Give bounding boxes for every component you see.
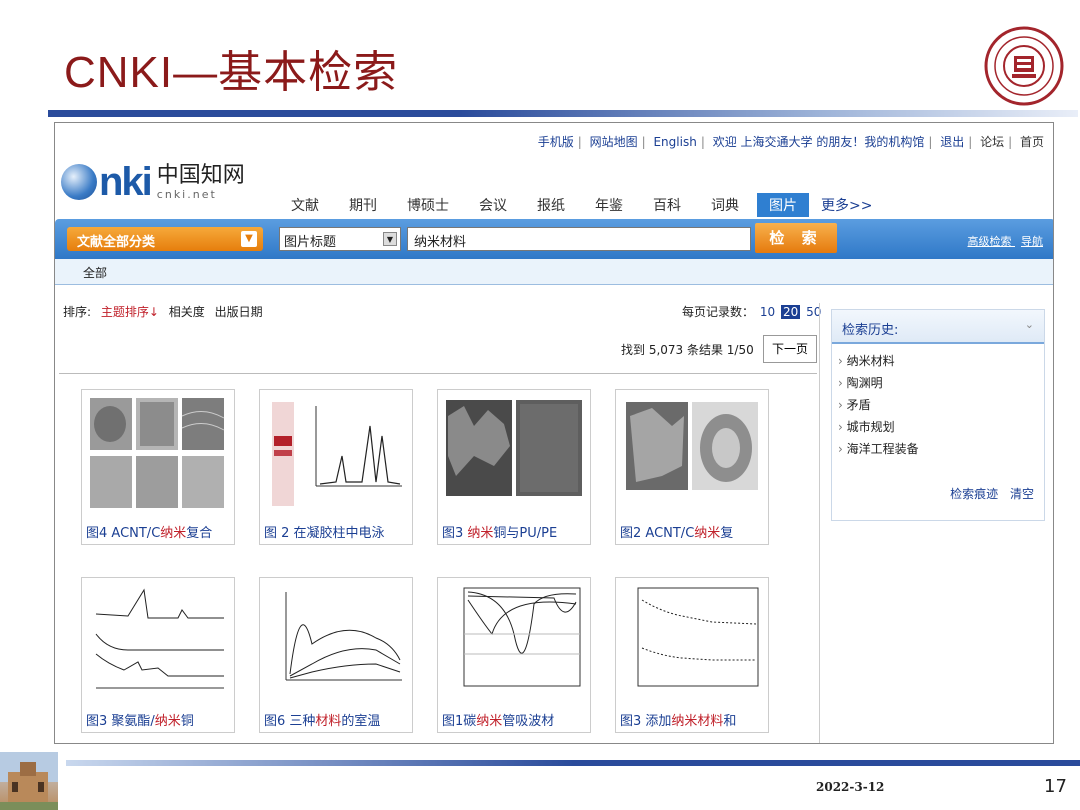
advanced-search-link[interactable]: 高级检索 [968, 235, 1012, 248]
tab-cidian[interactable]: 词典 [699, 193, 751, 217]
tab-more[interactable]: 更多>> [815, 193, 878, 217]
link-mobile[interactable]: 手机版 [538, 135, 574, 149]
cnki-logo[interactable]: nki 中国知网 cnki.net [61, 157, 245, 207]
history-item[interactable]: 城市规划 [838, 418, 1044, 440]
result-card[interactable]: 图3 添加纳米材料和 [615, 577, 769, 733]
result-card[interactable]: 图4 ACNT/C纳米复合 [81, 389, 235, 545]
result-card[interactable]: 图6 三种材料的室温 [259, 577, 413, 733]
link-sitemap[interactable]: 网站地图 [590, 135, 638, 149]
result-thumbnail[interactable] [444, 396, 584, 512]
link-logout[interactable]: 退出 [940, 135, 964, 149]
advanced-links: 高级检索 导航 [962, 233, 1044, 249]
slide: CNKI—基本检索 手机版 | 网站地图 | English | 欢迎 上海交通大学 … [0, 0, 1080, 810]
search-history-panel: 检索历史: ⌄ 纳米材料 陶渊明 矛盾 城市规划 海洋工程装备 检索痕迹 清空 [831, 309, 1045, 521]
welcome-text[interactable]: 欢迎 上海交通大学 的朋友！我的机构馆 [713, 135, 925, 149]
result-count: 找到 5,073 条结果 1/50 [621, 343, 754, 357]
link-home[interactable]: 首页 [1020, 135, 1044, 149]
history-item[interactable]: 纳米材料 [838, 352, 1044, 374]
result-caption[interactable]: 图2 ACNT/C纳米复 [620, 522, 770, 541]
result-thumbnail[interactable] [266, 584, 406, 700]
chevron-down-icon: ▼ [241, 231, 257, 247]
nav-tabs: 文献 期刊 博硕士 会议 报纸 年鉴 百科 词典 图片 更多>> [279, 193, 878, 217]
result-thumbnail[interactable] [622, 584, 762, 700]
tab-huiyi[interactable]: 会议 [467, 193, 519, 217]
result-thumbnail[interactable] [266, 396, 406, 512]
result-thumbnail[interactable] [622, 396, 762, 512]
results-divider [59, 373, 817, 374]
result-caption[interactable]: 图1碳纳米管吸波材 [442, 710, 592, 729]
link-english[interactable]: English [653, 135, 696, 149]
tab-wenxian[interactable]: 文献 [279, 193, 331, 217]
top-links: 手机版 | 网站地图 | English | 欢迎 上海交通大学 的朋友！我的机构馆 |… [537, 135, 1044, 149]
cnki-screenshot: 手机版 | 网站地图 | English | 欢迎 上海交通大学 的朋友！我的机构馆 |… [54, 122, 1054, 744]
per-page: 每页记录数： 10 20 50 [682, 305, 822, 319]
tab-baike[interactable]: 百科 [641, 193, 693, 217]
field-select[interactable]: 图片标题 ▼ [279, 227, 401, 251]
column-divider [819, 303, 820, 743]
slide-title: CNKI—基本检索 [64, 48, 399, 97]
tab-tupian[interactable]: 图片 [757, 193, 809, 217]
page-number: 17 [1044, 776, 1067, 797]
result-card[interactable]: 图3 聚氨酯/纳米铜 [81, 577, 235, 733]
history-clear-link[interactable]: 清空 [1010, 487, 1034, 501]
result-caption[interactable]: 图6 三种材料的室温 [264, 710, 414, 729]
logo-cn: 中国知网 [156, 162, 245, 188]
search-band: 文献全部分类 ▼ 图片标题 ▼ 纳米材料 检 索 高级检索 导航 [55, 219, 1053, 259]
result-caption[interactable]: 图3 聚氨酯/纳米铜 [86, 710, 236, 729]
scope-bar[interactable]: 全部 [55, 259, 1053, 285]
sort-relevance[interactable]: 相关度 [169, 305, 205, 319]
result-card[interactable]: 图 2 在凝胶柱中电泳 [259, 389, 413, 545]
search-input[interactable]: 纳米材料 [407, 227, 751, 251]
campus-photo [0, 752, 58, 810]
history-item[interactable]: 矛盾 [838, 396, 1044, 418]
per-page-10[interactable]: 10 [760, 305, 775, 319]
category-select[interactable]: 文献全部分类 ▼ [67, 227, 263, 251]
result-thumbnail[interactable] [88, 396, 228, 512]
footer-divider [66, 760, 1080, 766]
result-caption[interactable]: 图4 ACNT/C纳米复合 [86, 522, 236, 541]
result-card[interactable]: 图1碳纳米管吸波材 [437, 577, 591, 733]
result-caption[interactable]: 图 2 在凝胶柱中电泳 [264, 522, 414, 541]
navigation-link[interactable]: 导航 [1021, 235, 1043, 248]
search-button[interactable]: 检 索 [755, 223, 837, 253]
slide-date: 2022-3-12 [816, 780, 885, 794]
history-title: 检索历史: [842, 323, 899, 338]
history-trace-link[interactable]: 检索痕迹 [950, 487, 998, 501]
result-card[interactable]: 图2 ACNT/C纳米复 [615, 389, 769, 545]
result-thumbnail[interactable] [444, 584, 584, 700]
sort-date[interactable]: 出版日期 [215, 305, 263, 319]
globe-icon [61, 164, 97, 200]
tab-nianjian[interactable]: 年鉴 [583, 193, 635, 217]
per-page-20[interactable]: 20 [780, 305, 801, 319]
history-item[interactable]: 海洋工程装备 [838, 440, 1044, 462]
dropdown-arrow-icon: ▼ [383, 232, 397, 246]
result-thumbnail[interactable] [88, 584, 228, 700]
result-card[interactable]: 图3 纳米铜与PU/PE [437, 389, 591, 545]
next-page-button[interactable]: 下一页 [763, 335, 817, 363]
tab-qikan[interactable]: 期刊 [337, 193, 389, 217]
history-item[interactable]: 陶渊明 [838, 374, 1044, 396]
logo-net: cnki.net [156, 187, 217, 201]
result-caption[interactable]: 图3 纳米铜与PU/PE [442, 522, 592, 541]
result-caption[interactable]: 图3 添加纳米材料和 [620, 710, 770, 729]
tab-boshuoshi[interactable]: 博硕士 [395, 193, 461, 217]
sort-topic[interactable]: 主题排序↓ [101, 305, 159, 319]
sjtu-seal-logo [984, 26, 1064, 106]
collapse-icon[interactable]: ⌄ [1025, 318, 1034, 331]
link-forum[interactable]: 论坛 [980, 135, 1004, 149]
tab-baozhi[interactable]: 报纸 [525, 193, 577, 217]
sort-row: 排序: 主题排序↓ 相关度 出版日期 [63, 305, 263, 319]
title-divider [48, 110, 1078, 117]
